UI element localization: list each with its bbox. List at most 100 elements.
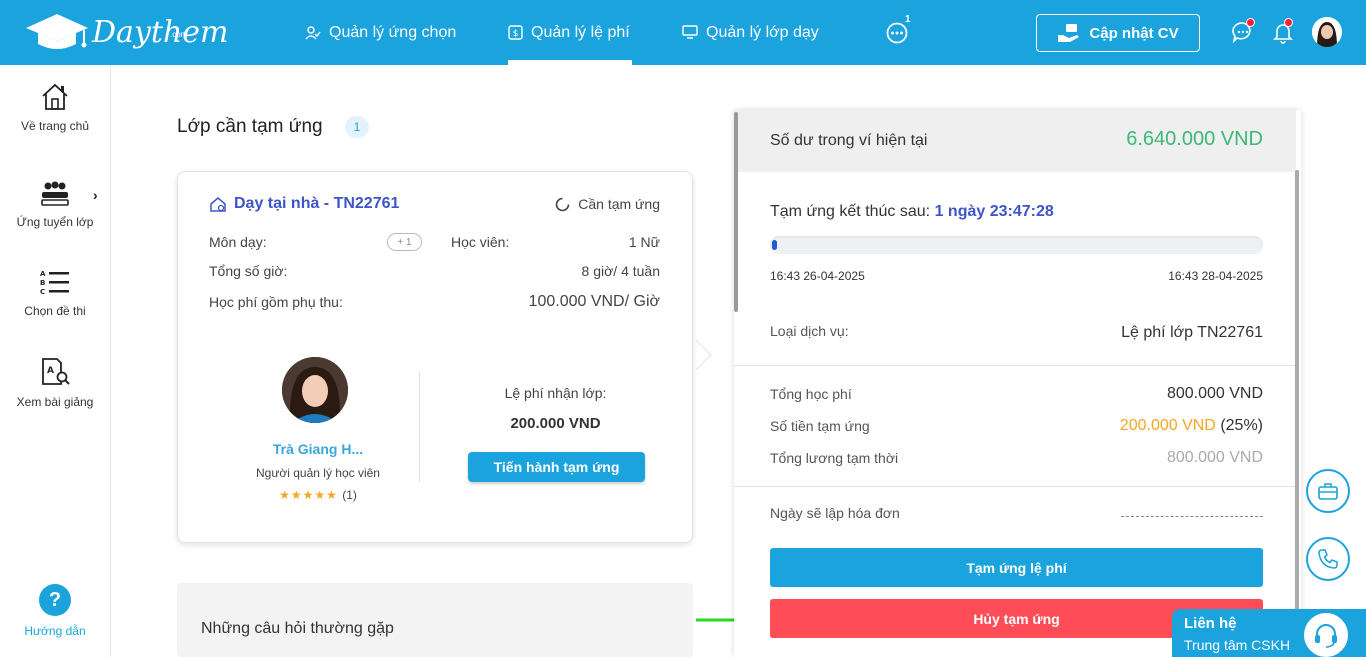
total-fee-label: Tổng học phí [770, 386, 852, 402]
sidebar-item-view-lecture[interactable]: A Xem bài giảng [0, 357, 110, 409]
chevron-right-icon[interactable]: › [93, 187, 98, 203]
student-value: 1 Nữ [628, 234, 660, 250]
temp-salary-value: 800.000 VND [1166, 449, 1263, 466]
svg-text:$: $ [513, 29, 519, 39]
wallet-panel: Số dư trong ví hiện tại 6.640.000 VND Tạ… [734, 110, 1301, 657]
svg-text:A: A [40, 270, 46, 278]
sidebar: Về trang chủ Ứng tuyển lớp › ABC Chọn đề… [0, 65, 111, 657]
hours-label: Tổng số giờ: [209, 263, 288, 279]
home-icon [42, 83, 68, 110]
more-badge: 1 [905, 14, 911, 25]
update-cv-button[interactable]: Cập nhật CV [1036, 14, 1200, 52]
house-icon [210, 196, 226, 212]
invoice-date-label: Ngày sẽ lập hóa đơn [770, 505, 900, 521]
graduation-cap-icon [26, 14, 88, 49]
contact-widget[interactable]: Liên hệ Trung tâm CSKH [1172, 609, 1366, 657]
dollar-icon: $ [508, 25, 523, 40]
nav-quan-ly-ung-chon[interactable]: Quản lý ứng chọn [305, 0, 456, 65]
card-divider [419, 372, 420, 482]
sidebar-item-home[interactable]: Về trang chủ [0, 83, 110, 133]
nav-quan-ly-le-phi[interactable]: $ Quản lý lệ phí [508, 0, 630, 65]
svg-text:C: C [40, 288, 45, 296]
proceed-advance-button[interactable]: Tiến hành tạm ứng [468, 452, 645, 482]
headset-icon [1315, 624, 1337, 648]
fee-label: Học phí gồm phụ thu: [209, 294, 343, 310]
subject-more-pill[interactable]: + 1 [387, 233, 422, 251]
user-avatar[interactable] [1312, 17, 1342, 47]
manager-name[interactable]: Trà Giang H... [218, 441, 418, 457]
sidebar-item-label: Chọn đề thi [24, 304, 86, 318]
top-bar: Daythem .com Quản lý ứng chọn $ Quản lý … [0, 0, 1366, 65]
total-fee-value: 800.000 VND [1166, 385, 1263, 402]
class-title-text: Dạy tại nhà - TN22761 [234, 195, 400, 212]
hand-money-icon [1058, 24, 1080, 42]
advance-progress-bar [770, 236, 1263, 254]
page-title: Lớp cần tạm ứng [177, 116, 323, 137]
scrollbar[interactable] [1295, 170, 1299, 657]
svg-text:A: A [47, 366, 54, 376]
chat-notification-dot [1246, 18, 1255, 27]
briefcase-button[interactable] [1306, 469, 1350, 513]
balance-value: 6.640.000 VND [1126, 128, 1263, 150]
advance-ends: Tạm ứng kết thúc sau: 1 ngày 23:47:28 [770, 203, 1054, 221]
sidebar-item-label: Ứng tuyển lớp [16, 215, 94, 229]
class-card[interactable]: Dạy tại nhà - TN22761 Cần tạm ứng Môn dạ… [177, 171, 693, 543]
rating-stars: ★★★★★ [279, 488, 343, 502]
help-icon: ? [39, 584, 71, 616]
manager-photo [282, 357, 348, 423]
status-text: Cần tạm ứng [578, 196, 660, 212]
logo-text: Daythem [92, 14, 229, 50]
subject-label: Môn dạy: [209, 234, 267, 250]
divider [734, 365, 1296, 366]
hours-value: 8 giờ/ 4 tuần [581, 263, 660, 279]
logo[interactable]: Daythem [24, 10, 228, 54]
nav-label: Quản lý lệ phí [531, 23, 630, 41]
scrollbar[interactable] [734, 112, 738, 312]
nav-quan-ly-lop-day[interactable]: Quản lý lớp dạy [682, 0, 819, 65]
phone-icon [1318, 549, 1338, 569]
bell-notification-dot [1284, 18, 1293, 27]
avatar-image [1312, 17, 1342, 47]
nav-label: Quản lý ứng chọn [329, 23, 457, 41]
invoice-date-placeholder [1121, 516, 1263, 517]
ends-countdown: 1 ngày 23:47:28 [934, 203, 1054, 220]
update-cv-label: Cập nhật CV [1089, 24, 1179, 42]
advance-fee-button[interactable]: Tạm ứng lệ phí [770, 548, 1263, 587]
phone-button[interactable] [1306, 537, 1350, 581]
headset-button[interactable] [1302, 611, 1350, 657]
ends-label: Tạm ứng kết thúc sau: [770, 203, 931, 220]
fee-value: 100.000 VND/ Giờ [528, 293, 660, 310]
balance-label: Số dư trong ví hiện tại [770, 132, 928, 149]
service-value: Lệ phí lớp TN22761 [1121, 324, 1263, 341]
sidebar-item-label: Xem bài giảng [16, 395, 94, 409]
accept-fee-label: Lệ phí nhận lớp: [504, 385, 607, 401]
student-label: Học viên: [451, 234, 510, 250]
faq-section: Những câu hỏi thường gặp [177, 583, 693, 657]
manager-rating: ★★★★★ (1) [218, 488, 418, 502]
sidebar-item-help[interactable]: ? Hướng dẫn [0, 584, 110, 638]
accept-fee-value: 200.000 VND [510, 415, 601, 432]
start-time: 16:43 26-04-2025 [770, 269, 865, 283]
sidebar-item-label: Hướng dẫn [24, 624, 86, 638]
classroom-icon [41, 181, 69, 206]
manager-avatar[interactable] [282, 357, 348, 423]
advance-amount-label: Số tiền tạm ứng [770, 418, 870, 434]
logo-suffix: .com [170, 30, 188, 39]
end-time: 16:43 28-04-2025 [1168, 269, 1263, 283]
abc-list-icon: ABC [40, 270, 69, 296]
sidebar-item-choose-exam[interactable]: ABC Chọn đề thi [0, 268, 110, 318]
briefcase-icon [1318, 483, 1338, 500]
advance-percent: (25%) [1220, 417, 1263, 434]
more-options-icon[interactable] [886, 22, 908, 44]
nav-label: Quản lý lớp dạy [706, 23, 819, 41]
count-badge: 1 [345, 116, 369, 138]
document-search-icon: A [42, 358, 70, 385]
nav-active-indicator [508, 60, 632, 65]
divider [734, 486, 1296, 487]
service-label: Loại dịch vụ: [770, 323, 849, 339]
contact-subtitle: Trung tâm CSKH [1184, 637, 1291, 653]
user-check-icon [305, 25, 321, 39]
monitor-icon [682, 25, 698, 39]
class-card-title[interactable]: Dạy tại nhà - TN22761 [209, 195, 399, 213]
contact-title: Liên hệ [1184, 615, 1237, 632]
